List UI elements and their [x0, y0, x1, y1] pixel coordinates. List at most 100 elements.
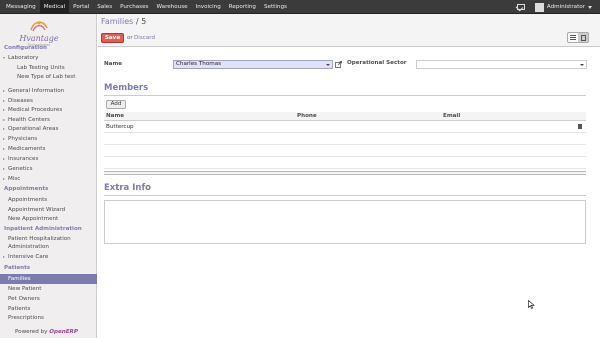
extra-info-title: Extra Info — [104, 183, 151, 193]
logo-swirl-icon — [30, 21, 48, 32]
members-divider — [104, 95, 586, 96]
column-email[interactable]: Email — [443, 113, 460, 119]
sidebar-item-label: New Type of Lab test — [17, 74, 76, 80]
column-name[interactable]: Name — [106, 113, 124, 119]
external-link-icon[interactable] — [335, 61, 342, 68]
save-button[interactable]: Save — [101, 33, 124, 43]
caret-right-icon — [3, 157, 5, 160]
mail-icon[interactable] — [516, 4, 525, 10]
sidebar-item-pet-owners[interactable]: Pet Owners — [0, 294, 97, 304]
section-patients: Patients — [4, 265, 31, 271]
menu-invoicing[interactable]: Invoicing — [192, 0, 225, 14]
view-switcher — [567, 32, 589, 43]
sidebar-item-label: Families — [8, 276, 31, 282]
menu-settings[interactable]: Settings — [260, 0, 291, 14]
table-header: Name Phone Email — [104, 112, 586, 121]
caret-right-icon — [3, 147, 5, 150]
list-view-icon — [570, 35, 576, 40]
caret-right-icon — [3, 127, 5, 130]
sidebar-item-genetics[interactable]: Genetics — [0, 164, 97, 174]
top-menu-bar: Messaging Medical Portal Sales Purchases… — [0, 0, 600, 14]
discard-link[interactable]: Discard — [134, 35, 155, 41]
powered-by-label: Powered by — [15, 329, 48, 335]
sidebar-item-families[interactable]: Families — [0, 274, 97, 284]
openerp-link[interactable]: OpenERP — [49, 329, 78, 335]
section-configuration: Configuration — [4, 45, 48, 51]
logo-name: Hvantage — [19, 34, 59, 43]
column-phone[interactable]: Phone — [297, 113, 317, 119]
dropdown-caret-icon[interactable] — [326, 64, 330, 66]
sidebar-item-patient-hospitalization[interactable]: Patient Hospitalization Administration — [0, 235, 97, 253]
user-menu[interactable]: Administrator — [547, 4, 585, 10]
chevron-down-icon[interactable] — [588, 5, 592, 9]
sidebar-item-label: Intensive Care — [8, 254, 49, 260]
list-view-button[interactable] — [568, 33, 578, 42]
sidebar-item-general-information[interactable]: General Information — [0, 86, 97, 96]
sidebar-item-label: Lab Testing Units — [17, 65, 65, 71]
sidebar-item-label: Patient Hospitalization — [8, 236, 71, 242]
form-sheet: Name Charles Thomas Operational Sector M… — [98, 48, 600, 338]
caret-right-icon — [3, 108, 5, 111]
caret-right-icon — [3, 255, 5, 258]
add-member-button[interactable]: Add — [106, 100, 126, 109]
breadcrumb-families[interactable]: Families — [101, 17, 133, 26]
sidebar-item-appointments[interactable]: Appointments — [0, 195, 97, 205]
sidebar-item-intensive-care[interactable]: Intensive Care — [0, 252, 97, 262]
sidebar-item-medicaments[interactable]: Medicaments — [0, 144, 97, 154]
sidebar-item-label: Operational Areas — [8, 126, 59, 132]
sidebar-item-laboratory[interactable]: Laboratory — [0, 53, 97, 63]
sidebar-item-label: Appointment Wizard — [8, 207, 66, 213]
menu-portal[interactable]: Portal — [69, 0, 93, 14]
sidebar: Hvantage Technologies Configuration Labo… — [0, 14, 97, 338]
name-field[interactable]: Charles Thomas — [173, 60, 333, 69]
name-field-value: Charles Thomas — [176, 61, 222, 67]
breadcrumb-separator: / — [133, 17, 142, 26]
extra-info-textarea[interactable] — [104, 200, 586, 244]
menu-purchases[interactable]: Purchases — [116, 0, 152, 14]
sidebar-item-label: New Appointment — [8, 216, 59, 222]
members-table: Name Phone Email Buttercup — [104, 112, 586, 169]
name-label: Name — [104, 61, 123, 67]
top-menu: Messaging Medical Portal Sales Purchases… — [2, 0, 291, 14]
sidebar-item-new-type-lab-test[interactable]: New Type of Lab test — [0, 72, 97, 82]
sidebar-item-label: Laboratory — [8, 55, 39, 61]
members-title: Members — [104, 83, 149, 93]
caret-right-icon — [3, 99, 5, 102]
sidebar-item-new-patient[interactable]: New Patient — [0, 284, 97, 294]
sidebar-item-operational-areas[interactable]: Operational Areas — [0, 124, 97, 134]
table-row[interactable]: Buttercup — [104, 121, 586, 133]
or-text: or — [127, 35, 133, 41]
sidebar-item-physicians[interactable]: Physicians — [0, 134, 97, 144]
dropdown-caret-icon[interactable] — [580, 64, 584, 66]
operational-sector-field[interactable] — [416, 60, 587, 69]
caret-down-icon — [3, 57, 5, 59]
sidebar-item-new-appointment[interactable]: New Appointment — [0, 214, 97, 224]
form-view-icon — [580, 34, 586, 41]
trash-icon[interactable] — [578, 124, 582, 129]
member-name: Buttercup — [106, 124, 134, 130]
section-appointments: Appointments — [4, 186, 49, 192]
menu-messaging[interactable]: Messaging — [2, 0, 40, 14]
sidebar-item-insurances[interactable]: Insurances — [0, 154, 97, 164]
sidebar-item-misc[interactable]: Misc — [0, 174, 97, 184]
caret-right-icon — [3, 177, 5, 180]
caret-right-icon — [3, 118, 5, 121]
mouse-cursor-icon — [528, 300, 535, 309]
sidebar-item-prescriptions[interactable]: Prescriptions — [0, 313, 97, 323]
breadcrumb: Families / 5 — [101, 17, 146, 26]
sidebar-item-label: Physicians — [8, 136, 38, 142]
menu-sales[interactable]: Sales — [93, 0, 116, 14]
menu-reporting[interactable]: Reporting — [225, 0, 260, 14]
form-view-button[interactable] — [578, 33, 588, 42]
sidebar-item-label: New Patient — [8, 286, 42, 292]
avatar[interactable] — [534, 2, 544, 12]
form-header: Families / 5 Save or Discard — [98, 14, 600, 47]
operational-sector-label: Operational Sector — [347, 60, 407, 66]
table-footer — [104, 171, 586, 175]
sidebar-item-label: Health Centers — [8, 117, 50, 123]
sidebar-item-medical-procedures[interactable]: Medical Procedures — [0, 105, 97, 115]
breadcrumb-current: 5 — [141, 17, 147, 26]
menu-medical[interactable]: Medical — [39, 0, 70, 14]
menu-warehouse[interactable]: Warehouse — [152, 0, 191, 14]
user-area: Administrator — [516, 0, 592, 14]
